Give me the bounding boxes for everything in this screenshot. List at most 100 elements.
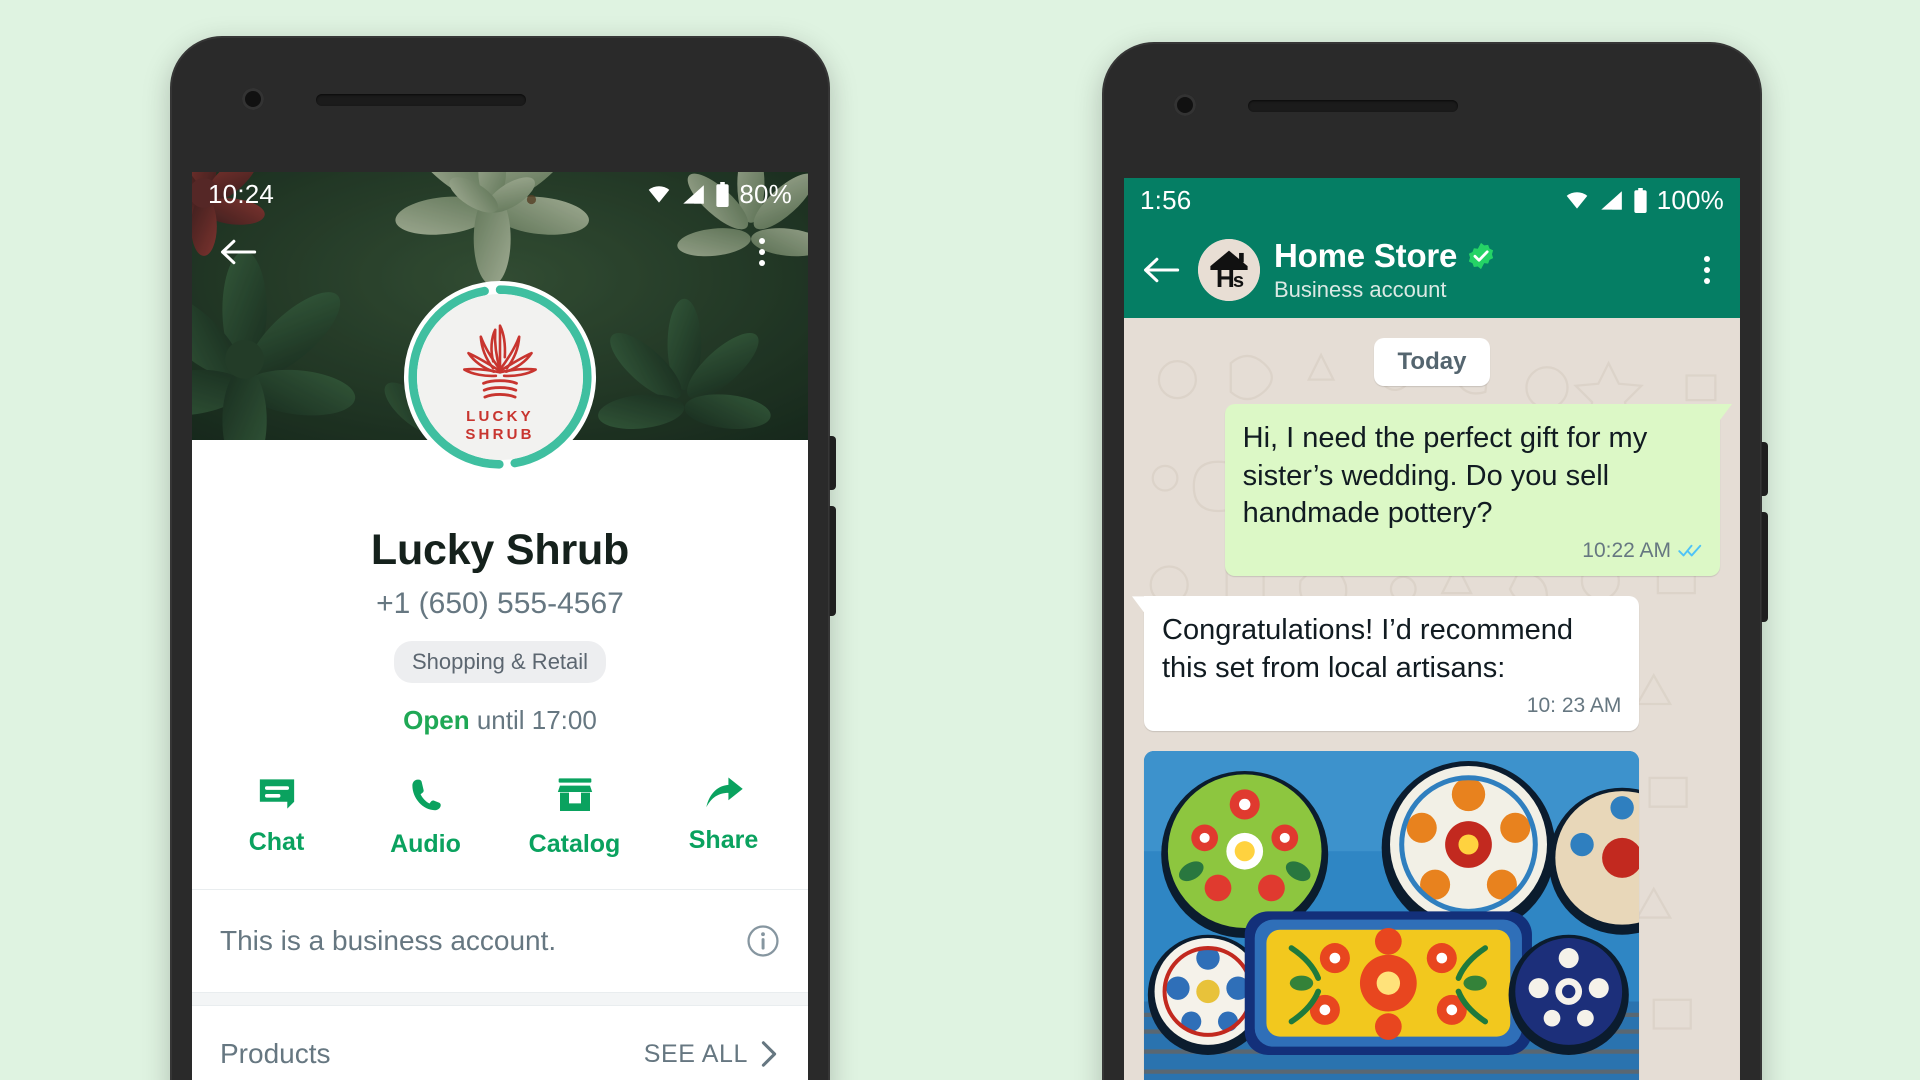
- battery-icon: [1634, 187, 1647, 213]
- phone-screen-right: 1:56 100% H s Home Store Business accoun…: [1124, 178, 1740, 1080]
- action-share-label: Share: [688, 826, 759, 854]
- action-row: Chat Audio Catalog Share: [192, 776, 808, 889]
- phone-screen-left: 10:24 80% LUCKY SHRUB Lucky Shrub +1 (65…: [192, 172, 808, 1080]
- read-double-check-icon: [1678, 545, 1702, 557]
- message-meta: 10: 23 AM: [1162, 692, 1622, 719]
- chat-name-row: Home Store: [1274, 237, 1680, 275]
- phone-bezel-top-left: [170, 36, 830, 172]
- message-row-outgoing: Hi, I need the perfect gift for my siste…: [1144, 404, 1720, 577]
- chat-message-list[interactable]: Today Hi, I need the perfect gift for my…: [1124, 318, 1740, 1080]
- avatar-image: LUCKY SHRUB: [417, 294, 583, 460]
- action-chat-label: Chat: [248, 828, 305, 856]
- status-bar-left: 10:24 80%: [192, 172, 808, 216]
- chat-icon: [259, 779, 294, 809]
- back-arrow-icon: [1144, 257, 1180, 283]
- business-avatar[interactable]: LUCKY SHRUB: [403, 280, 597, 474]
- message-text: Congratulations! I’d recommend this set …: [1162, 614, 1574, 685]
- chat-subtitle: Business account: [1274, 277, 1447, 302]
- products-title: Products: [220, 1038, 331, 1069]
- action-chat[interactable]: Chat: [202, 776, 351, 859]
- message-time: 10: 23 AM: [1526, 693, 1622, 717]
- talavera-pottery-photo: [1144, 751, 1640, 1080]
- message-time: 10:22 AM: [1582, 539, 1671, 563]
- message-bubble-incoming[interactable]: Congratulations! I’d recommend this set …: [1144, 596, 1640, 732]
- volume-button[interactable]: [829, 506, 836, 616]
- business-phone[interactable]: +1 (650) 555-4567: [192, 587, 808, 621]
- status-icons: 100%: [1564, 185, 1724, 216]
- business-hours: Open until 17:00: [192, 705, 808, 736]
- battery-percent: 80%: [739, 178, 792, 209]
- wifi-icon: [649, 186, 670, 203]
- logo-word-line2: SHRUB: [465, 426, 535, 443]
- profile-top-bar: [192, 216, 808, 288]
- day-divider-row: Today: [1124, 318, 1740, 386]
- phone-device-left: 10:24 80% LUCKY SHRUB Lucky Shrub +1 (65…: [170, 36, 836, 1080]
- overflow-menu-icon: [759, 238, 765, 244]
- battery-icon: [716, 181, 729, 207]
- action-catalog[interactable]: Catalog: [500, 776, 649, 859]
- message-text: Hi, I need the perfect gift for my siste…: [1242, 422, 1648, 530]
- see-all-label: SEE ALL: [643, 1039, 748, 1068]
- message-row-product-card: Handcrafted Talavera Set: [1144, 751, 1720, 1080]
- message-meta: 10:22 AM: [1243, 537, 1702, 564]
- storefront-icon: [557, 778, 592, 811]
- back-button[interactable]: [1138, 247, 1184, 293]
- see-all-button[interactable]: SEE ALL: [644, 1040, 780, 1069]
- profile-body: Lucky Shrub +1 (650) 555-4567 Shopping &…: [192, 440, 808, 1080]
- cellular-signal-icon: [1600, 190, 1622, 210]
- business-name: Lucky Shrub: [370, 526, 630, 574]
- status-bar-right: 1:56 100%: [1124, 178, 1740, 222]
- status-time: 1:56: [1140, 184, 1192, 215]
- category-row: Shopping & Retail: [192, 641, 808, 683]
- house-hs-logo-icon: H s: [1198, 239, 1260, 301]
- overflow-menu-button[interactable]: [1694, 246, 1720, 294]
- open-status: Open: [403, 705, 470, 735]
- battery-percent: 100%: [1656, 184, 1724, 215]
- category-chip: Shopping & Retail: [393, 641, 607, 683]
- screenshot-canvas: 10:24 80% LUCKY SHRUB Lucky Shrub +1 (65…: [0, 0, 1920, 1080]
- overflow-menu-button[interactable]: [740, 230, 784, 274]
- power-button[interactable]: [829, 436, 836, 490]
- earpiece-speaker: [316, 94, 526, 106]
- share-arrow-icon: [705, 777, 743, 808]
- back-button[interactable]: [216, 230, 260, 274]
- status-time: 10:24: [208, 178, 275, 209]
- section-gap: [192, 992, 808, 1006]
- phone-icon: [411, 779, 441, 811]
- business-account-row[interactable]: This is a business account.: [192, 890, 808, 992]
- wifi-icon: [1566, 192, 1587, 209]
- messages: Hi, I need the perfect gift for my siste…: [1124, 386, 1740, 1080]
- message-row-incoming: Congratulations! I’d recommend this set …: [1144, 596, 1720, 732]
- shrub-logo-icon: [463, 324, 537, 399]
- verified-badge-icon: [1469, 242, 1494, 270]
- chat-title-block[interactable]: Home Store Business account: [1274, 237, 1680, 303]
- phone-bezel-top-right: [1102, 42, 1762, 178]
- svg-text:s: s: [1233, 270, 1244, 292]
- business-account-text: This is a business account.: [220, 925, 557, 956]
- chevron-right-icon: [761, 1041, 777, 1067]
- chat-contact-name: Home Store: [1274, 237, 1458, 274]
- action-audio[interactable]: Audio: [351, 776, 500, 859]
- front-camera-icon: [242, 88, 264, 110]
- avatar[interactable]: H s: [1198, 239, 1260, 301]
- cellular-signal-icon: [683, 184, 705, 204]
- product-card-bubble[interactable]: Handcrafted Talavera Set: [1144, 751, 1640, 1080]
- day-divider: Today: [1373, 338, 1491, 386]
- status-icons: 80%: [646, 179, 792, 210]
- logo-wordmark: LUCKY SHRUB: [465, 408, 534, 445]
- overflow-menu-icon: [1704, 256, 1710, 262]
- back-arrow-icon: [221, 239, 257, 265]
- product-card-image: [1144, 751, 1640, 1080]
- open-until: until 17:00: [476, 705, 597, 735]
- power-button[interactable]: [1761, 442, 1768, 496]
- volume-button[interactable]: [1761, 512, 1768, 622]
- action-catalog-label: Catalog: [528, 830, 621, 858]
- message-bubble-outgoing[interactable]: Hi, I need the perfect gift for my siste…: [1224, 404, 1720, 577]
- products-header: Products SEE ALL: [192, 1006, 808, 1080]
- phone-device-right: 1:56 100% H s Home Store Business accoun…: [1102, 42, 1768, 1080]
- info-icon[interactable]: [746, 924, 780, 958]
- action-share[interactable]: Share: [649, 776, 798, 859]
- action-audio-label: Audio: [390, 830, 461, 858]
- earpiece-speaker: [1248, 100, 1458, 112]
- front-camera-icon: [1174, 94, 1196, 116]
